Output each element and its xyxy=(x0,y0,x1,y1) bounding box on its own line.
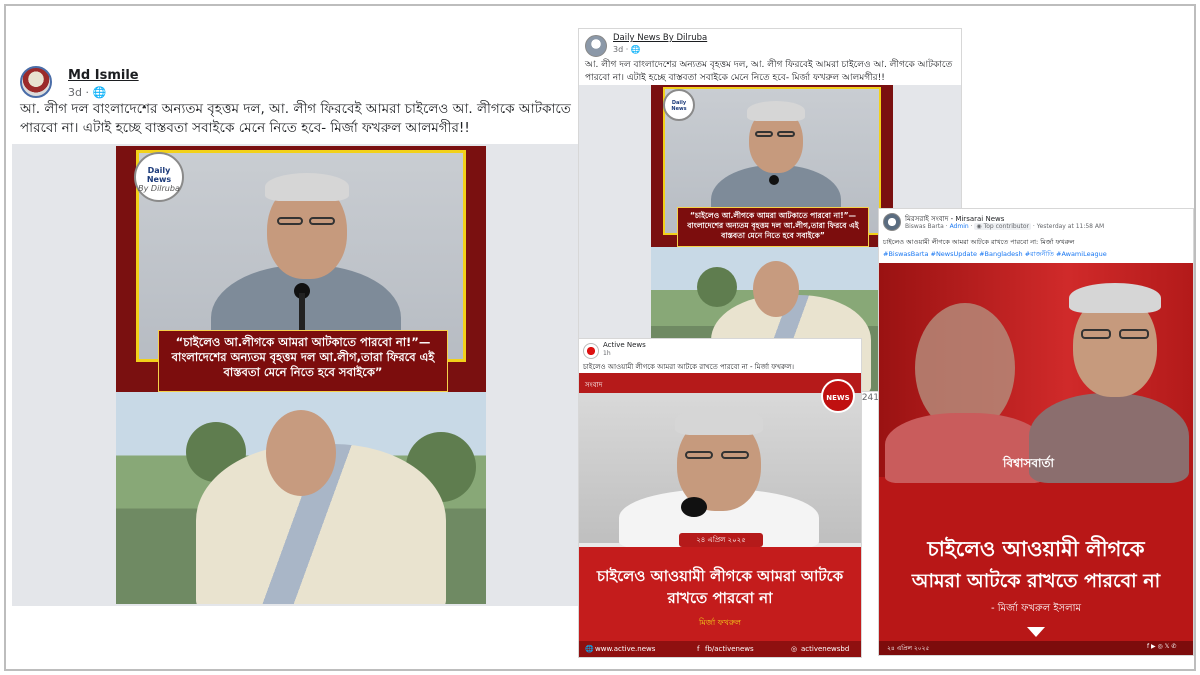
microphone-icon xyxy=(681,497,707,517)
quote-box: “চাইলেও আ.লীগকে আমরা আটকাতে পারবো না!”— … xyxy=(677,207,869,247)
news-badge: NEWS xyxy=(821,379,855,413)
daily-news-logo: Daily News xyxy=(663,89,695,121)
post-image-container[interactable]: Daily News By Dilruba “চাইলেও আ.লীগকে আম… xyxy=(12,144,578,606)
post-md-ismile: Md Ismile 3d · 🌐 আ. লীগ দল বাংলাদেশের অন… xyxy=(12,58,578,606)
badge-icon: ◉ xyxy=(976,223,982,230)
post-image[interactable]: বিশ্বাসবার্তা চাইলেও আওয়ামী লীগকে আমরা … xyxy=(879,263,1193,655)
website-link[interactable]: www.active.news xyxy=(595,641,655,657)
post-time[interactable]: 3d xyxy=(68,86,82,99)
post-image[interactable]: সংবাদ NEWS ২৪ এপ্রিল ২০২৫ চাইলেও আওয়ামী… xyxy=(579,373,861,657)
admin-label: Admin xyxy=(949,223,969,230)
reaction-count[interactable]: 241 xyxy=(862,393,879,403)
post-caption: চাইলেও আওয়ামী লীগকে আমরা আটকে রাখতে পার… xyxy=(583,363,795,371)
byline: মির্জা ফখরুল xyxy=(699,618,741,627)
post-caption: চাইলেও আওয়ামী লীগকে আমরা আটকে রাখতে পার… xyxy=(883,238,1075,246)
top-contributor-badge: ◉ Top contributor xyxy=(974,223,1031,230)
post-mirsarai-news: মিরসরাই সংবাদ - Mirsarai News Biswas Bar… xyxy=(878,208,1194,656)
globe-icon: 🌐 xyxy=(92,86,107,99)
woman-photo xyxy=(116,392,486,604)
avatar[interactable] xyxy=(585,35,607,57)
triangle-marker xyxy=(1027,627,1045,637)
man-hair xyxy=(265,173,349,201)
post-image[interactable]: Daily News By Dilruba “চাইলেও আ.লীগকে আম… xyxy=(116,146,486,604)
avatar[interactable] xyxy=(20,66,52,98)
post-caption: আ. লীগ দল বাংলাদেশের অন্যতম বৃহত্তম দল, … xyxy=(20,101,571,136)
instagram-link[interactable]: activenewsbd xyxy=(801,641,849,657)
category-tag: সংবাদ xyxy=(585,381,603,389)
byline: - মির্জা ফখরুল ইসলাম xyxy=(990,603,1082,614)
headline-line-2: আমরা আটকে রাখতে পারবো না xyxy=(911,570,1161,592)
post-time[interactable]: Yesterday at 11:58 AM xyxy=(1037,223,1104,230)
man-photo xyxy=(579,393,861,549)
daily-news-logo: Daily News By Dilruba xyxy=(134,152,184,202)
social-icons: f ▶ ◎ 𝕏 ✆ xyxy=(1147,643,1177,650)
globe-icon: 🌐 xyxy=(585,645,594,653)
microphone-icon xyxy=(769,175,779,185)
avatar[interactable] xyxy=(583,343,599,359)
hashtags[interactable]: #BiswasBarta #NewsUpdate #Bangladesh #রা… xyxy=(883,249,1191,260)
avatar[interactable] xyxy=(883,213,901,231)
author-name[interactable]: Md Ismile xyxy=(68,68,139,83)
facebook-icon: f xyxy=(697,645,700,653)
post-meta: Biswas Barta · Admin · ◉ Top contributor… xyxy=(905,223,1105,230)
headline: চাইলেও আওয়ামী লীগকে আমরা আটকে রাখতে পার… xyxy=(596,567,844,607)
facebook-link[interactable]: fb/activenews xyxy=(705,641,754,657)
woman-face xyxy=(266,410,336,496)
headline-panel: চাইলেও আওয়ামী লীগকে আমরা আটকে রাখতে পার… xyxy=(579,547,861,641)
glasses-right xyxy=(309,217,335,225)
sub-author[interactable]: Biswas Barta xyxy=(905,223,944,230)
post-active-news: Active News 1h চাইলেও আওয়ামী লীগকে আমরা… xyxy=(578,338,862,658)
instagram-icon: ◎ xyxy=(791,645,798,653)
author-name[interactable]: Daily News By Dilruba xyxy=(613,33,707,43)
top-band xyxy=(579,373,861,393)
leaders-photo xyxy=(879,263,1193,483)
date-label: ২৪ এপ্রিল ২০২৫ xyxy=(887,645,930,652)
post-time[interactable]: 1h xyxy=(603,350,611,357)
post-caption: আ. লীগ দল বাংলাদেশের অন্যতম বৃহত্তম দল, … xyxy=(585,60,953,83)
globe-icon: 🌐 xyxy=(630,45,641,54)
glasses-left xyxy=(277,217,303,225)
post-meta: 3d · 🌐 xyxy=(613,45,641,54)
quote-box: “চাইলেও আ.লীগকে আমরা আটকাতে পারবো না!”— … xyxy=(158,330,448,392)
headline-line-1: চাইলেও আওয়ামী লীগকে xyxy=(927,537,1145,561)
mic-stand xyxy=(299,293,305,333)
post-meta: 3d · 🌐 xyxy=(68,86,107,99)
brand-logo: বিশ্বাসবার্তা xyxy=(1003,456,1055,470)
date-label: ২৪ এপ্রিল ২০২৫ xyxy=(679,533,763,547)
author-name[interactable]: Active News xyxy=(603,341,646,349)
image-footer: 🌐 www.active.news f fb/activenews ◎ acti… xyxy=(579,641,861,657)
